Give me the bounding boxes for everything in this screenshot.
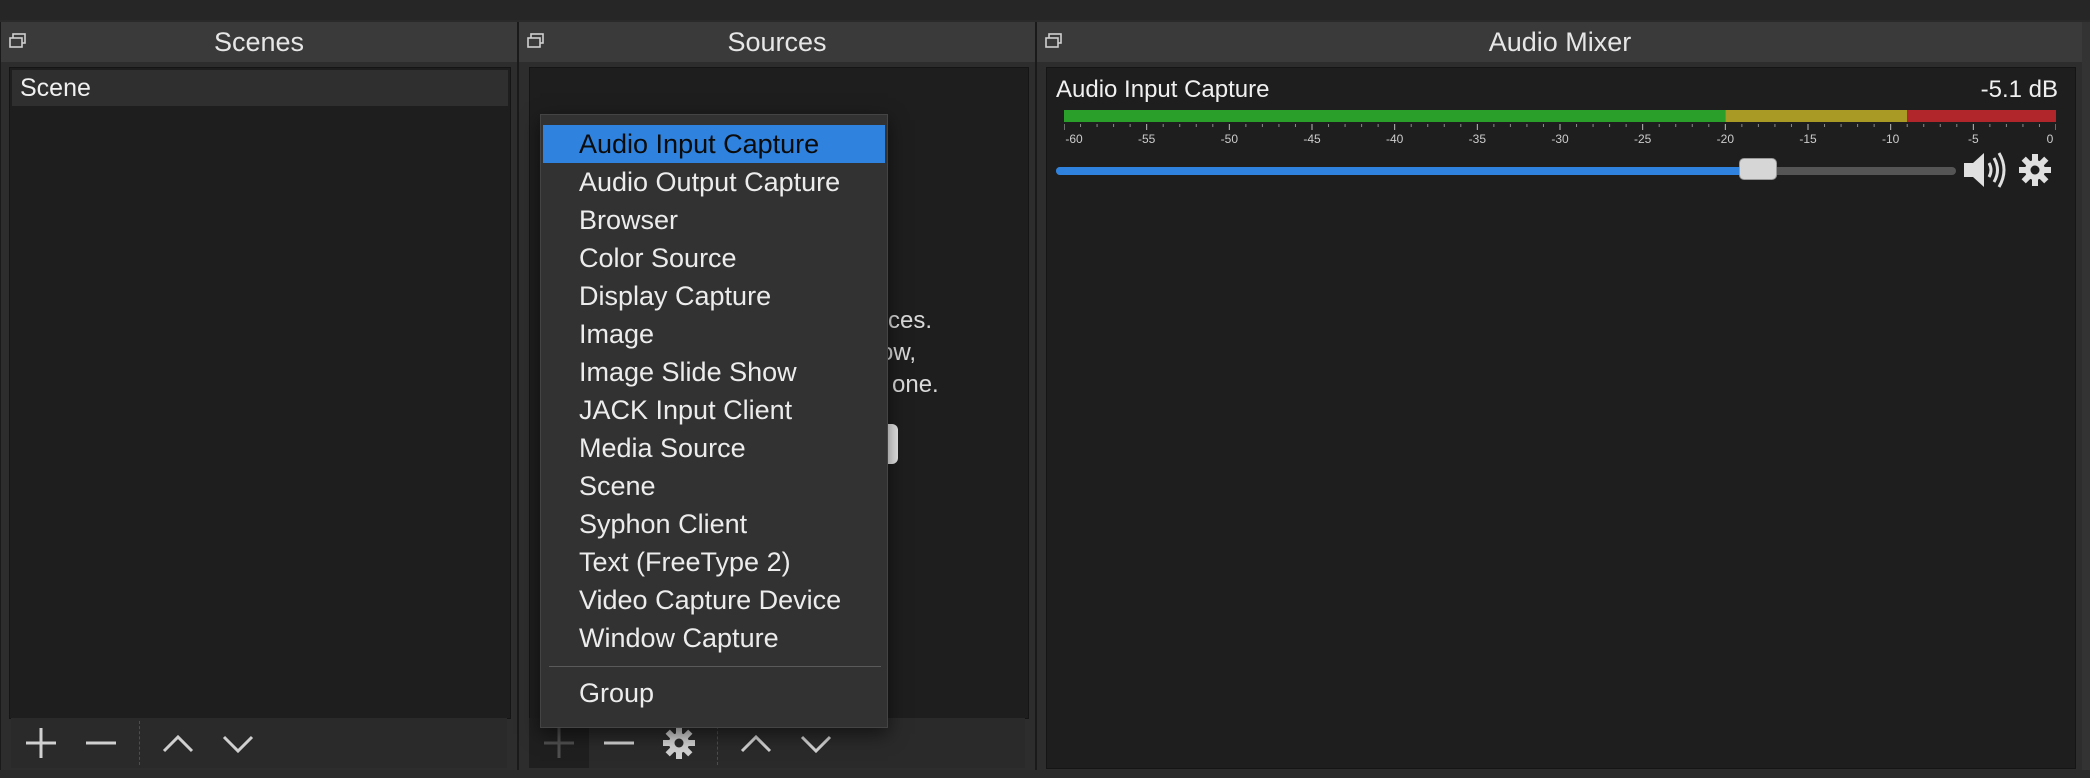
top-strip [0,0,2090,20]
gear-icon [663,727,695,759]
sources-title-text: Sources [727,27,827,57]
menu-item-audio-output-capture[interactable]: Audio Output Capture [543,163,885,201]
add-source-context-menu: Group Audio Input Capture Audio Output Ca… [540,114,888,728]
menu-item-image[interactable]: Image [543,315,885,353]
meter-segment [1907,110,2056,122]
menu-item-window-capture[interactable]: Window Capture [543,619,885,657]
scale-tick-label: -40 [1386,132,1404,146]
float-dock-icon[interactable] [9,33,27,49]
menu-item-scene[interactable]: Scene [543,467,885,505]
volume-slider[interactable] [1056,158,1956,180]
scenes-title-text: Scenes [213,27,305,57]
mixer-level-readout: -5.1 dB [1980,76,2058,103]
scene-list-item[interactable]: Scene [12,70,508,106]
add-scene-button[interactable] [11,718,71,768]
scenes-dock: Scenes Scene [0,22,518,770]
chevron-down-icon [800,735,832,754]
menu-item-text-freetype-2[interactable]: Text (FreeType 2) [543,543,885,581]
speaker-icon[interactable] [1962,150,2010,190]
plus-icon [26,728,56,758]
meter-segment [1064,110,1726,122]
chevron-down-icon [222,735,254,754]
scale-tick-label: -30 [1551,132,1569,146]
sources-hint-line-3: l one. [880,371,939,398]
scenes-list[interactable]: Scene [9,67,511,719]
menu-item-color-source[interactable]: Color Source [543,239,885,277]
toolbar-separator [139,721,140,765]
scale-tick-label: -55 [1138,132,1156,146]
menu-item-image-slide-show[interactable]: Image Slide Show [543,353,885,391]
scale-tick-label: -5 [1968,132,1979,146]
menu-separator [549,666,881,667]
scale-tick-label: -20 [1717,132,1735,146]
volume-slider-handle[interactable] [1739,158,1777,180]
menu-item-browser[interactable]: Browser [543,201,885,239]
chevron-up-icon [740,734,772,753]
menu-item-media-source[interactable]: Media Source [543,429,885,467]
plus-icon [544,728,574,758]
volume-slider-fill [1056,167,1758,175]
chevron-up-icon [162,734,194,753]
scale-tick-label: -10 [1882,132,1900,146]
minus-icon [604,741,634,745]
menu-item-video-capture-device[interactable]: Video Capture Device [543,581,885,619]
float-dock-icon[interactable] [527,33,545,49]
scale-tick-label: 0 [2047,132,2054,146]
scale-tick-label: -60 [1065,132,1083,146]
scale-tick-label: -45 [1303,132,1321,146]
scale-tick-label: -50 [1221,132,1239,146]
scale-tick-label: -15 [1799,132,1817,146]
menu-item-audio-input-capture[interactable]: Audio Input Capture [543,125,885,163]
scale-tick-label: -25 [1634,132,1652,146]
scale-tick-label: -35 [1469,132,1487,146]
move-scene-up-button[interactable] [148,718,208,768]
menu-item-jack-input-client[interactable]: JACK Input Client [543,391,885,429]
move-scene-down-button[interactable] [208,718,268,768]
meter-segment [1725,110,1908,122]
audio-mixer-title-text: Audio Mixer [1488,27,1632,57]
menu-item-display-capture[interactable]: Display Capture [543,277,885,315]
meter-scale: -60 -55 -50 -45 -40 -35 -30 -25 -20 -15 -10 -5 0 [1064,124,2056,146]
sources-dock-title: Sources [519,22,1035,62]
menu-item-syphon-client[interactable]: Syphon Client [543,505,885,543]
audio-mixer-dock-title: Audio Mixer [1037,22,2083,62]
mixer-source-name: Audio Input Capture [1056,76,1270,103]
menu-item-group[interactable]: Group [543,674,885,712]
minus-icon [86,741,116,745]
gear-icon[interactable] [2018,153,2052,187]
scenes-dock-title: Scenes [1,22,517,62]
right-edge-dock [2082,22,2090,770]
scenes-toolbar [11,718,507,768]
remove-scene-button[interactable] [71,718,131,768]
float-dock-icon[interactable] [1045,33,1063,49]
